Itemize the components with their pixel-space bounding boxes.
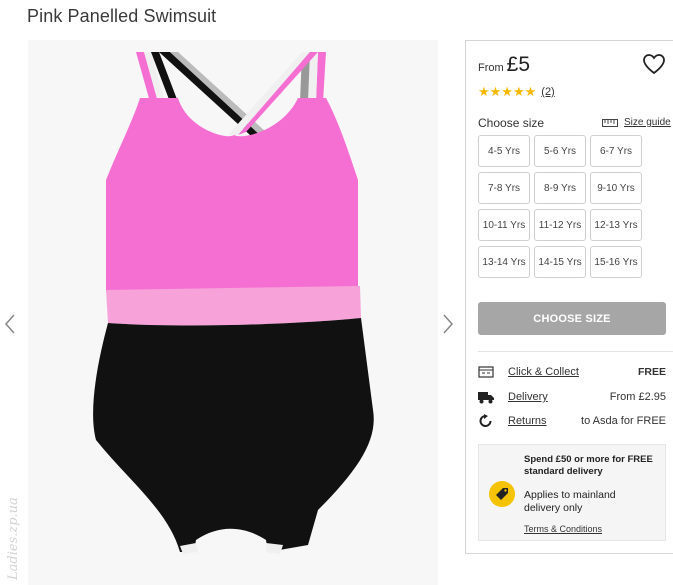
price-value: £5: [506, 53, 531, 76]
swimsuit-pink-panel: [106, 98, 358, 292]
product-title: Pink Panelled Swimsuit: [27, 6, 217, 26]
size-options: 4-5 Yrs 5-6 Yrs 6-7 Yrs 7-8 Yrs 8-9 Yrs …: [478, 135, 642, 278]
review-count-link[interactable]: (2): [541, 86, 554, 98]
purchase-panel: From £5 ★★★★★ (2) Choose size Size guide…: [465, 40, 673, 554]
returns-value: to Asda for FREE: [581, 415, 666, 427]
click-collect-link[interactable]: Click & Collect: [508, 366, 579, 378]
delivery-row: Delivery From £2.95: [478, 388, 666, 406]
click-collect-row: Click & Collect FREE: [478, 363, 666, 381]
price-tag-icon: [489, 481, 515, 507]
size-option[interactable]: 8-9 Yrs: [534, 172, 586, 204]
returns-link[interactable]: Returns: [508, 415, 547, 427]
size-option[interactable]: 5-6 Yrs: [534, 135, 586, 167]
price-from-label: From: [478, 62, 504, 74]
size-option[interactable]: 7-8 Yrs: [478, 172, 530, 204]
returns-row: Returns to Asda for FREE: [478, 412, 666, 430]
truck-icon: [478, 392, 494, 404]
divider: [478, 351, 673, 352]
rating: ★★★★★ (2): [478, 84, 555, 100]
swimsuit-waistband: [106, 286, 361, 326]
store-icon: [478, 366, 494, 378]
watermark-text: Ladies.zp.ua: [6, 497, 21, 580]
size-option[interactable]: 10-11 Yrs: [478, 209, 530, 241]
product-image-gallery: [28, 40, 438, 585]
size-option[interactable]: 14-15 Yrs: [534, 246, 586, 278]
size-option[interactable]: 11-12 Yrs: [534, 209, 586, 241]
size-option[interactable]: 13-14 Yrs: [478, 246, 530, 278]
size-guide-link[interactable]: Size guide: [602, 117, 671, 128]
choose-size-label: Choose size: [478, 116, 545, 130]
size-guide-label: Size guide: [624, 117, 671, 128]
star-rating-icon: ★★★★★: [478, 84, 537, 99]
product-image: [93, 52, 374, 554]
delivery-value: From £2.95: [609, 391, 666, 403]
size-option[interactable]: 15-16 Yrs: [590, 246, 642, 278]
delivery-link[interactable]: Delivery: [508, 391, 548, 403]
heart-icon[interactable]: [642, 53, 666, 75]
chevron-left-icon[interactable]: [2, 312, 18, 336]
size-option[interactable]: 12-13 Yrs: [590, 209, 642, 241]
size-option[interactable]: 9-10 Yrs: [590, 172, 642, 204]
ruler-icon: [602, 118, 618, 127]
size-option[interactable]: 6-7 Yrs: [590, 135, 642, 167]
terms-conditions-link[interactable]: Terms & Conditions: [524, 524, 602, 534]
chevron-right-icon[interactable]: [440, 312, 456, 336]
size-option[interactable]: 4-5 Yrs: [478, 135, 530, 167]
return-icon: [479, 414, 492, 427]
choose-size-button[interactable]: CHOOSE SIZE: [478, 302, 666, 335]
promo-headline: Spend £50 or more for FREE standard deli…: [524, 454, 653, 477]
delivery-promo: Spend £50 or more for FREE standard deli…: [478, 444, 666, 541]
click-collect-value: FREE: [637, 366, 666, 378]
swimsuit-black-panel: [93, 318, 374, 552]
promo-body: Applies to mainland delivery only: [524, 489, 616, 514]
price-row: From £5: [478, 53, 530, 77]
